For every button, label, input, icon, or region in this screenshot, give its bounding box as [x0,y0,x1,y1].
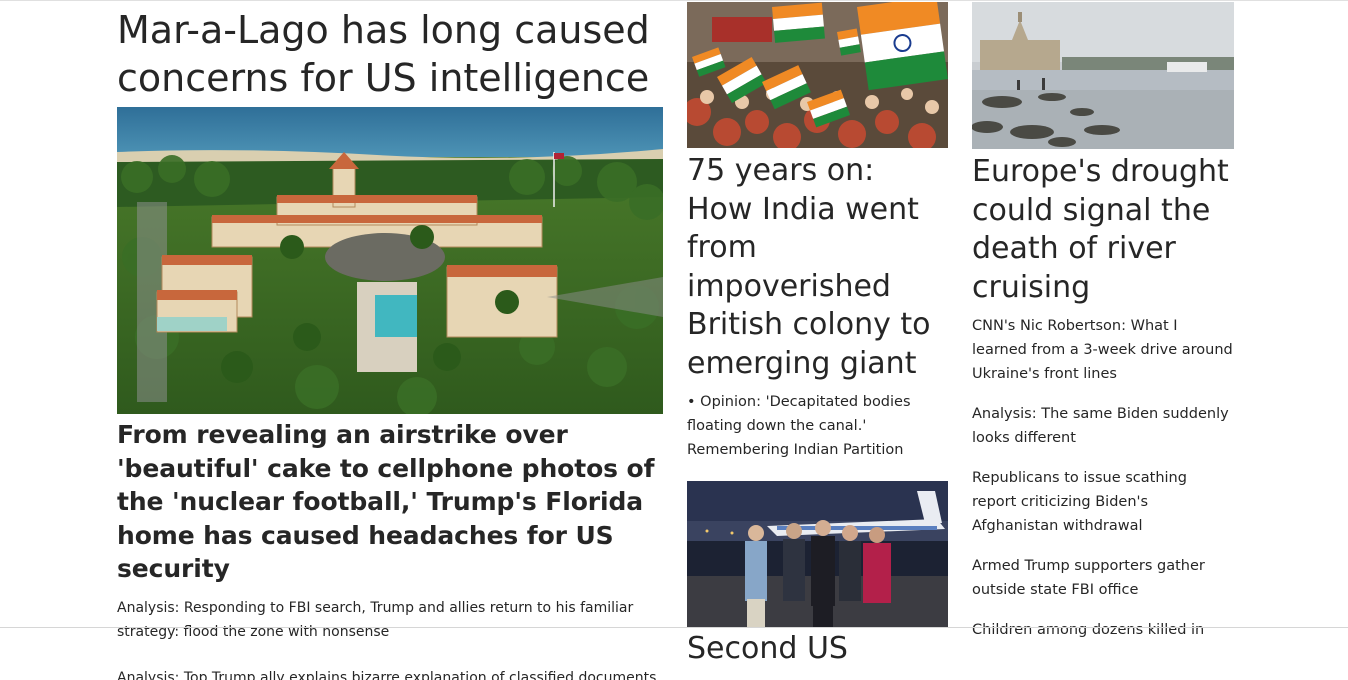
india-headline[interactable]: 75 years on: How India went from impover… [687,152,948,383]
danube-drought-image[interactable] [972,2,1234,149]
story-link-3[interactable]: Republicans to issue scathing report cri… [972,466,1234,538]
top-divider [0,0,1348,1]
mar-a-lago-aerial-image[interactable] [117,107,663,414]
story-link-1[interactable]: CNN's Nic Robertson: What I learned from… [972,314,1234,386]
india-flags-image[interactable] [687,2,948,148]
lead-subheadline[interactable]: From revealing an airstrike over 'beauti… [117,418,663,586]
analysis-link-2[interactable]: Analysis: Top Trump ally explains bizarr… [117,666,663,680]
second-us-headline[interactable]: Second US [687,630,948,669]
right-column: Europe's drought could signal the death … [972,2,1234,642]
partition-opinion-link[interactable]: • Opinion: 'Decapitated bodies floating … [687,390,948,462]
delegation-plane-image[interactable] [687,481,948,627]
middle-column: 75 years on: How India went from impover… [687,2,948,669]
europe-drought-headline[interactable]: Europe's drought could signal the death … [972,153,1234,307]
story-link-2[interactable]: Analysis: The same Biden suddenly looks … [972,402,1234,450]
lead-story: Mar-a-Lago has long caused concerns for … [117,6,663,680]
story-link-5[interactable]: Children among dozens killed in [972,618,1234,642]
lead-headline[interactable]: Mar-a-Lago has long caused concerns for … [117,6,663,102]
story-link-4[interactable]: Armed Trump supporters gather outside st… [972,554,1234,602]
analysis-link[interactable]: Analysis: Responding to FBI search, Trum… [117,596,663,644]
